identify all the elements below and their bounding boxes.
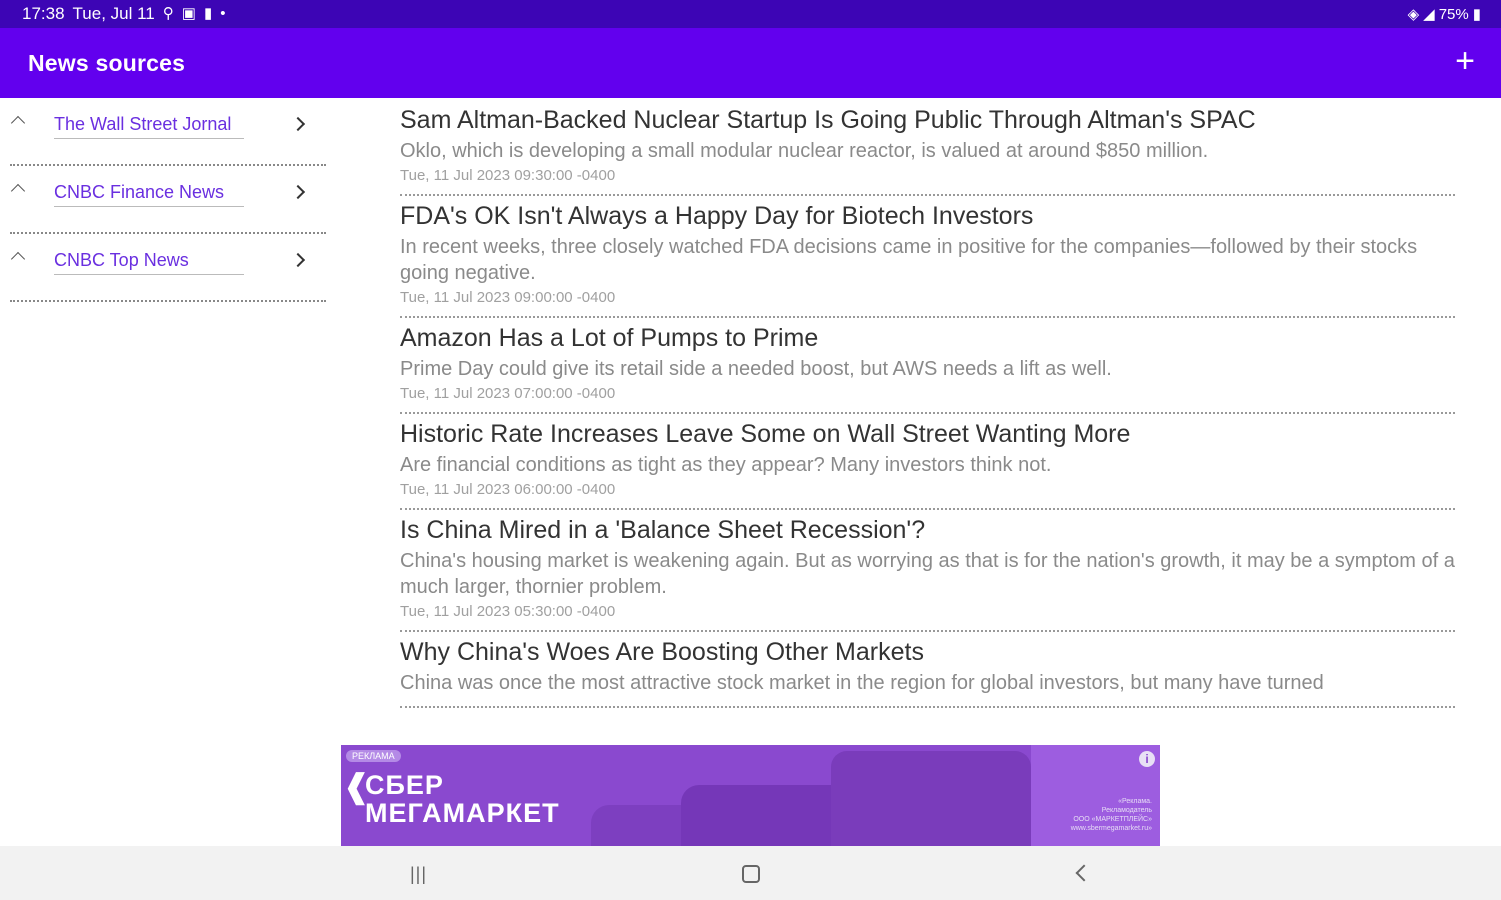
home-icon[interactable] <box>742 865 760 883</box>
source-label[interactable]: CNBC Finance News <box>54 182 244 207</box>
wifi-icon: ◈ <box>1407 6 1420 23</box>
ad-legal-line: Рекламодатель <box>1101 807 1152 814</box>
article-item[interactable]: Why China's Woes Are Boosting Other Mark… <box>400 632 1455 708</box>
source-label[interactable]: CNBC Top News <box>54 250 244 275</box>
chevron-right-icon[interactable] <box>290 116 306 132</box>
gallery-icon: ▣ <box>181 5 196 22</box>
article-date: Tue, 11 Jul 2023 05:30:00 -0400 <box>400 603 616 620</box>
status-time: 17:38 <box>22 4 65 23</box>
sd-card-icon: ▮ <box>203 5 213 22</box>
article-summary: Prime Day could give its retail side a n… <box>400 358 1112 380</box>
article-title[interactable]: Historic Rate Increases Leave Some on Wa… <box>400 418 1455 450</box>
ad-legal-line: www.sbermegamarket.ru» <box>1070 825 1152 832</box>
ad-decoration <box>831 751 1031 846</box>
signal-icon: ◢ <box>1423 6 1435 23</box>
ad-brand: СБЕР МЕГАМАРКЕТ <box>365 771 560 827</box>
article-summary: Are financial conditions as tight as the… <box>400 454 1052 476</box>
app-bar: News sources + <box>0 28 1501 98</box>
chevron-up-icon[interactable] <box>10 183 26 199</box>
search-icon: ⚲ <box>162 5 174 22</box>
article-title[interactable]: Sam Altman-Backed Nuclear Startup Is Goi… <box>400 104 1455 136</box>
article-date: Tue, 11 Jul 2023 09:00:00 -0400 <box>400 289 616 306</box>
article-summary: China's housing market is weakening agai… <box>400 550 1455 598</box>
article-date: Tue, 11 Jul 2023 09:30:00 -0400 <box>400 167 616 184</box>
chevron-up-icon[interactable] <box>10 115 26 131</box>
ad-info-icon[interactable]: i <box>1139 751 1155 767</box>
source-item[interactable]: CNBC Top News <box>10 234 326 302</box>
article-title[interactable]: FDA's OK Isn't Always a Happy Day for Bi… <box>400 200 1455 232</box>
article-summary: Oklo, which is developing a small modula… <box>400 140 1209 162</box>
article-item[interactable]: FDA's OK Isn't Always a Happy Day for Bi… <box>400 196 1455 318</box>
chevron-right-icon[interactable] <box>290 252 306 268</box>
system-nav-bar: ||| <box>0 846 1501 900</box>
ad-legal-line: «Реклама. <box>1118 798 1152 805</box>
ad-tag: РЕКЛАМА <box>346 750 401 762</box>
status-bar: 17:38 Tue, Jul 11 ⚲ ▣ ▮ • ◈ ◢ 75% ▮ <box>0 0 1501 28</box>
article-title[interactable]: Why China's Woes Are Boosting Other Mark… <box>400 636 1455 668</box>
add-source-button[interactable]: + <box>1447 44 1483 80</box>
article-date: Tue, 11 Jul 2023 06:00:00 -0400 <box>400 481 616 498</box>
article-summary: China was once the most attractive stock… <box>400 672 1324 694</box>
source-label[interactable]: The Wall Street Jornal <box>54 114 244 139</box>
status-left: 17:38 Tue, Jul 11 ⚲ ▣ ▮ • <box>22 4 225 24</box>
article-title[interactable]: Amazon Has a Lot of Pumps to Prime <box>400 322 1455 354</box>
ad-legal-text: «Реклама. Рекламодатель ООО «МАРКЕТПЛЕЙС… <box>1071 797 1152 833</box>
article-date: Tue, 11 Jul 2023 07:00:00 -0400 <box>400 385 616 402</box>
article-title[interactable]: Is China Mired in a 'Balance Sheet Reces… <box>400 514 1455 546</box>
article-item[interactable]: Historic Rate Increases Leave Some on Wa… <box>400 414 1455 510</box>
sources-sidebar: The Wall Street Jornal CNBC Finance News… <box>0 98 340 302</box>
source-item[interactable]: CNBC Finance News <box>10 166 326 234</box>
recent-apps-icon[interactable]: ||| <box>410 864 427 885</box>
battery-icon: ▮ <box>1472 6 1481 23</box>
source-item[interactable]: The Wall Street Jornal <box>10 98 326 166</box>
ad-legal-line: ООО «МАРКЕТПЛЕЙС» <box>1073 816 1152 823</box>
article-item[interactable]: Is China Mired in a 'Balance Sheet Reces… <box>400 510 1455 632</box>
status-right: ◈ ◢ 75% ▮ <box>1407 5 1481 24</box>
articles-list: Sam Altman-Backed Nuclear Startup Is Goi… <box>400 100 1455 708</box>
article-item[interactable]: Sam Altman-Backed Nuclear Startup Is Goi… <box>400 100 1455 196</box>
page-title: News sources <box>28 50 186 76</box>
ad-banner[interactable]: РЕКЛАМА ❰ СБЕР МЕГАМАРКЕТ i «Реклама. Ре… <box>341 745 1160 846</box>
ad-brand-line2: МЕГАМАРКЕТ <box>365 798 560 828</box>
status-date: Tue, Jul 11 <box>72 4 155 23</box>
chevron-up-icon[interactable] <box>10 251 26 267</box>
article-item[interactable]: Amazon Has a Lot of Pumps to Prime Prime… <box>400 318 1455 414</box>
plus-icon: + <box>1455 42 1475 80</box>
chevron-right-icon[interactable] <box>290 184 306 200</box>
article-summary: In recent weeks, three closely watched F… <box>400 236 1418 284</box>
back-icon[interactable] <box>1075 864 1093 882</box>
ad-brand-line1: СБЕР <box>365 770 444 800</box>
dot-icon: • <box>220 5 226 22</box>
battery-level: 75% <box>1438 5 1469 23</box>
